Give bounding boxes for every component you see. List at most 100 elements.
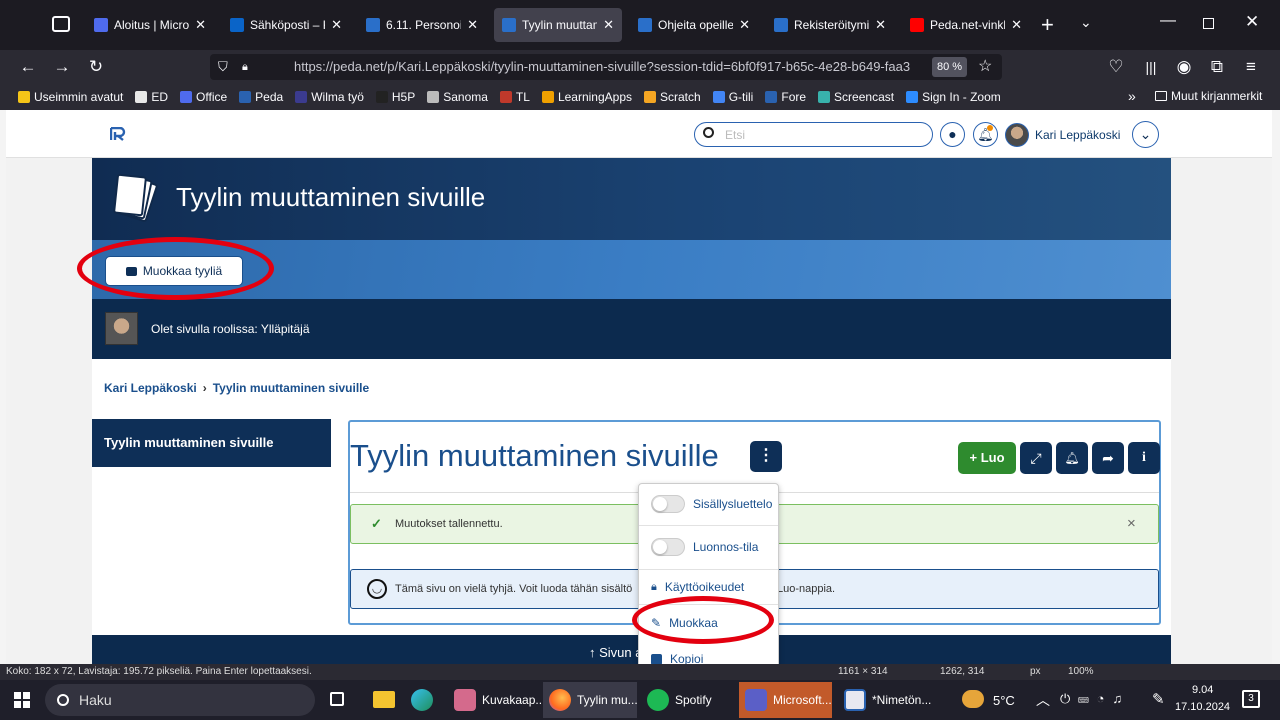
extensions-icon[interactable]: ⧉ [1205, 55, 1229, 79]
bookmark-favicon-icon [135, 91, 148, 103]
browser-tab[interactable]: Aloitus | Microso ✕ [86, 8, 214, 42]
breadcrumb-home[interactable]: Kari Leppäkoski [104, 381, 197, 395]
pen-icon[interactable]: ✎ [1152, 690, 1165, 708]
notification-center-icon[interactable]: 3 [1242, 690, 1260, 708]
bookmark-item[interactable]: ED [135, 90, 168, 104]
bookmark-item[interactable]: Useimmin avatut [18, 90, 123, 104]
kebab-menu-button[interactable]: ⋮ [750, 441, 782, 472]
tab-overflow-chevron-icon[interactable]: ⌄ [1080, 14, 1092, 31]
bookmark-favicon-icon [295, 91, 308, 103]
file-explorer-icon[interactable] [373, 691, 395, 708]
taskbar-app-paint[interactable]: *Nimetön... [838, 682, 931, 718]
bell-icon[interactable]: 🔔︎ [1056, 442, 1088, 474]
browser-tab[interactable]: Peda.net-vinkkiv ✕ [902, 8, 1030, 42]
menu-item-draft-mode[interactable]: Luonnos-tila [639, 529, 778, 565]
bookmark-item[interactable]: Scratch [644, 90, 701, 104]
zoom-badge[interactable]: 80 % [932, 57, 968, 77]
share-icon[interactable]: ➦ [1092, 442, 1124, 474]
windows-start-icon[interactable] [14, 692, 30, 708]
close-tab-icon[interactable]: ✕ [467, 17, 478, 33]
page-title: Tyylin muuttaminen sivuille [350, 438, 719, 473]
bookmark-item[interactable]: Fore [765, 90, 806, 104]
bookmark-item[interactable]: TL [499, 90, 530, 104]
close-alert-icon[interactable]: × [1127, 515, 1136, 532]
account-icon[interactable]: ◉ [1172, 55, 1196, 79]
sidebar-item-active[interactable]: Tyylin muuttaminen sivuille [92, 419, 331, 467]
bookmark-item[interactable]: Screencast [818, 90, 894, 104]
peda-logo[interactable] [109, 126, 126, 141]
pocket-icon[interactable]: ♡ [1104, 55, 1128, 79]
bookmark-item[interactable]: LearningApps [541, 90, 632, 104]
lock-icon[interactable]: 🔒︎ [242, 54, 248, 80]
bookmark-star-icon[interactable]: ☆ [978, 54, 992, 80]
back-arrow-icon[interactable]: ← [16, 55, 40, 79]
reload-icon[interactable]: ↻ [84, 55, 108, 79]
maximize-button[interactable] [1203, 18, 1214, 29]
banner-title: Tyylin muuttaminen sivuille [176, 182, 486, 212]
minimize-button[interactable]: — [1160, 12, 1176, 30]
user-dropdown-chevron-icon[interactable]: ⌄ [1132, 121, 1159, 148]
other-bookmarks[interactable]: Muut kirjanmerkit [1155, 89, 1262, 103]
taskbar-app-spotify[interactable]: Spotify [641, 682, 731, 718]
tray-icons[interactable]: ⏻⌨◔♫ [1060, 691, 1130, 707]
bookmark-item[interactable]: Sign In - Zoom [906, 90, 1001, 104]
browser-tab[interactable]: Rekisteröityminen ✕ [766, 8, 894, 42]
close-tab-icon[interactable]: ✕ [875, 17, 886, 33]
taskbar-app-teams[interactable]: Microsoft... [739, 682, 832, 718]
info-icon[interactable]: i [1128, 442, 1160, 474]
bookmark-label: Wilma työ [311, 90, 364, 104]
search-input[interactable]: Etsi [694, 122, 933, 147]
avatar [1005, 122, 1029, 147]
clock-time[interactable]: 9.04 [1192, 684, 1213, 696]
create-button[interactable]: + Luo [958, 442, 1016, 474]
back-to-top-link[interactable]: ↑ Sivun a [589, 645, 642, 660]
bookmark-item[interactable]: Wilma työ [295, 90, 364, 104]
close-window-button[interactable]: ✕ [1245, 12, 1259, 32]
library-icon[interactable]: ||| [1139, 55, 1163, 79]
weather-temp[interactable]: 5°C [993, 693, 1015, 708]
notification-bell-icon[interactable]: 🔔︎ [973, 122, 998, 147]
chat-icon[interactable]: ● [940, 122, 965, 147]
menu-item-table-of-contents[interactable]: Sisällysluettelo [639, 486, 778, 522]
tab-title: Rekisteröityminen [794, 18, 870, 32]
breadcrumb-current[interactable]: Tyylin muuttaminen sivuille [213, 381, 369, 395]
tab-favicon-icon [94, 18, 108, 32]
url-text[interactable]: https://peda.net/p/Kari.Leppäkoski/tyyli… [294, 54, 926, 80]
close-tab-icon[interactable]: ✕ [331, 17, 342, 33]
taskbar-app-snip[interactable]: Kuvakaap... [448, 682, 545, 718]
user-menu[interactable]: Kari Leppäkoski [1005, 122, 1130, 147]
close-tab-icon[interactable]: ✕ [195, 17, 206, 33]
fullscreen-icon[interactable]: ⤢ [1020, 442, 1052, 474]
shield-icon[interactable]: ⛉ [218, 54, 228, 80]
bookmark-item[interactable]: H5P [375, 90, 415, 104]
bookmark-label: LearningApps [557, 90, 632, 104]
menu-icon[interactable]: ≡ [1239, 55, 1263, 79]
banner-role-area: Olet sivulla roolissa: Ylläpitäjä [92, 299, 1171, 359]
bookmark-item[interactable]: Peda [239, 90, 283, 104]
forward-arrow-icon[interactable]: → [50, 55, 74, 79]
close-tab-icon[interactable]: ✕ [1011, 17, 1022, 33]
clock-date[interactable]: 17.10.2024 [1175, 701, 1230, 713]
taskbar-search[interactable]: Haku [45, 684, 315, 716]
bookmark-item[interactable]: Sanoma [427, 90, 488, 104]
new-tab-button[interactable]: + [1041, 12, 1054, 38]
task-view-icon[interactable] [330, 692, 344, 706]
firefox-icon [549, 689, 571, 711]
browser-tab[interactable]: Ohjeita opeille ✕ [630, 8, 758, 42]
toc-toggle[interactable] [651, 495, 685, 513]
weather-icon[interactable] [962, 690, 984, 708]
close-tab-icon[interactable]: ✕ [603, 17, 614, 33]
tab-list-icon[interactable] [52, 16, 70, 32]
edge-icon[interactable] [411, 689, 433, 711]
bookmark-item[interactable]: Office [180, 90, 227, 104]
browser-tab[interactable]: 6.11. Personoitu ✕ [358, 8, 486, 42]
tray-chevron-icon[interactable]: ︿ [1036, 690, 1050, 710]
browser-tab[interactable]: Sähköposti – Kari ✕ [222, 8, 350, 42]
close-tab-icon[interactable]: ✕ [739, 17, 750, 33]
bookmark-item[interactable]: G-tili [712, 90, 753, 104]
url-bar[interactable]: ⛉ 🔒︎ https://peda.net/p/Kari.Leppäkoski/… [210, 54, 1002, 80]
browser-tab[interactable]: Tyylin muuttami ✕ [494, 8, 622, 42]
taskbar-app-firefox[interactable]: Tyylin mu... [543, 682, 638, 718]
draft-toggle[interactable] [651, 538, 685, 556]
bookmarks-overflow-icon[interactable]: » [1128, 88, 1136, 104]
